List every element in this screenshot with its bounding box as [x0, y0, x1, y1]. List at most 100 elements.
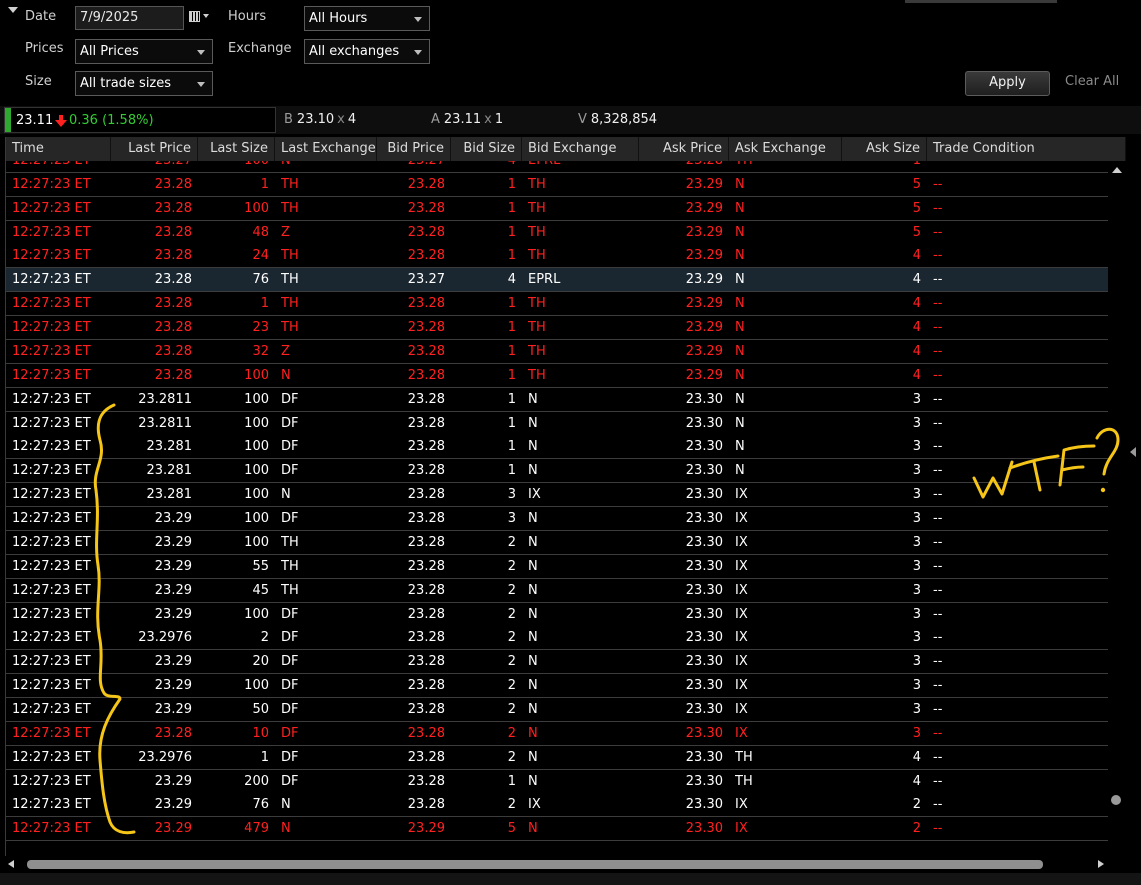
- cell-ask-price: 23.30: [685, 606, 723, 622]
- cell-ask-price: 23.29: [685, 272, 723, 288]
- table-row[interactable]: 12:27:23 ET 23.29 20 DF 23.28 2 N 23.30 IX 3 --: [6, 650, 1109, 675]
- table-row[interactable]: 12:27:23 ET 23.28 24 TH 23.28 1 TH 23.29 N 4 --: [6, 244, 1109, 269]
- cell-bid-exchange: N: [528, 415, 538, 431]
- table-row[interactable]: 12:27:23 ET 23.2976 2 DF 23.28 2 N 23.30 IX 3 --: [6, 626, 1109, 651]
- collapse-filters-icon[interactable]: [8, 7, 18, 13]
- cell-ask-exchange: IX: [735, 797, 748, 813]
- apply-button[interactable]: Apply: [965, 71, 1050, 96]
- table-row[interactable]: 12:27:23 ET 23.28 100 N 23.28 1 TH 23.29 N 4 --: [6, 363, 1109, 388]
- scroll-left-icon[interactable]: [8, 860, 14, 868]
- cell-last-exchange: TH: [281, 272, 299, 288]
- column-header-last-price[interactable]: Last Price: [111, 137, 198, 161]
- cell-last-size: 45: [252, 582, 269, 598]
- table-row[interactable]: 12:27:23 ET23.27100N23.274EPRL23.28TH1--: [6, 161, 1109, 173]
- cell-ask-price: 23.30: [685, 654, 723, 670]
- cell-last-size: 100: [244, 463, 269, 479]
- cell-last-size: 76: [252, 797, 269, 813]
- cell-last-exchange: TH: [281, 296, 299, 312]
- table-row[interactable]: 12:27:23 ET 23.28 76 TH 23.27 4 EPRL 23.29 N 4 --: [6, 268, 1109, 293]
- table-row[interactable]: 12:27:23 ET 23.29 100 TH 23.28 2 N 23.30 IX 3 --: [6, 530, 1109, 555]
- table-row[interactable]: 12:27:23 ET 23.29 50 DF 23.28 2 N 23.30 IX 3 --: [6, 698, 1109, 722]
- column-header-time[interactable]: Time: [6, 137, 111, 161]
- column-header-bid-exchange[interactable]: Bid Exchange: [522, 137, 639, 161]
- last-price-box: 23.11 0.36 (1.58%): [4, 107, 276, 133]
- date-input[interactable]: 7/9/2025: [75, 6, 184, 30]
- cell-last-price: 23.2976: [138, 749, 192, 765]
- cell-time: 12:27:23 ET: [12, 439, 91, 455]
- cell-ask-price: 23.30: [685, 439, 723, 455]
- horizontal-scrollbar[interactable]: [5, 856, 1108, 872]
- volume-key: V: [578, 112, 587, 127]
- table-row[interactable]: 12:27:23 ET 23.28 100 TH 23.28 1 TH 23.29 N 5 --: [6, 196, 1109, 221]
- column-header-trade-condition[interactable]: Trade Condition: [927, 137, 1126, 161]
- table-row[interactable]: 12:27:23 ET 23.2811 100 DF 23.28 1 N 23.30 N 3 --: [6, 387, 1109, 412]
- table-row[interactable]: 12:27:23 ET 23.2811 100 DF 23.28 1 N 23.30 N 3 --: [6, 411, 1109, 436]
- cell-last-price: 23.28: [154, 272, 192, 288]
- exchange-select[interactable]: All exchanges: [304, 39, 430, 64]
- cell-last-size: 50: [252, 702, 269, 717]
- grid-header: Time Last Price Last Size Last Exchange Bid …: [6, 137, 1126, 161]
- table-row[interactable]: 12:27:23 ET 23.29 45 TH 23.28 2 N 23.30 IX 3 --: [6, 578, 1109, 603]
- cell-trade-condition: --: [933, 797, 943, 813]
- cell-ask-exchange: IX: [735, 511, 748, 527]
- cell-ask-size: 2: [912, 797, 921, 813]
- cell-last-exchange: DF: [281, 725, 299, 741]
- table-row[interactable]: 12:27:23 ET 23.29 76 N 23.28 2 IX 23.30 IX 2 --: [6, 793, 1109, 818]
- table-row[interactable]: 12:27:23 ET 23.28 1 TH 23.28 1 TH 23.29 N 4 --: [6, 292, 1109, 317]
- side-panel-toggle-icon[interactable]: [1130, 447, 1136, 457]
- horizontal-scroll-thumb[interactable]: [27, 860, 1043, 869]
- table-row[interactable]: 12:27:23 ET 23.28 48 Z 23.28 1 TH 23.29 N 5 --: [6, 220, 1109, 245]
- cell-bid-price: 23.28: [407, 534, 445, 550]
- size-label: Size: [25, 74, 52, 89]
- column-header-last-exchange[interactable]: Last Exchange: [275, 137, 377, 161]
- scroll-right-icon[interactable]: [1098, 860, 1104, 868]
- cell-last-size: 100: [244, 487, 269, 503]
- cell-time: 12:27:23 ET: [12, 248, 91, 264]
- table-row[interactable]: 12:27:23 ET 23.28 10 DF 23.28 2 N 23.30 IX 3 --: [6, 721, 1109, 746]
- scroll-up-icon[interactable]: [1112, 167, 1122, 173]
- table-row[interactable]: 12:27:23 ET 23.29 200 DF 23.28 1 N 23.30 TH 4 --: [6, 769, 1109, 794]
- table-row[interactable]: 12:27:23 ET 23.281 100 N 23.28 3 IX 23.30 IX 3 --: [6, 483, 1109, 508]
- cell-last-exchange: DF: [281, 391, 299, 407]
- prices-select[interactable]: All Prices: [75, 39, 213, 64]
- column-header-last-size[interactable]: Last Size: [198, 137, 275, 161]
- table-row[interactable]: 12:27:23 ET 23.28 32 Z 23.28 1 TH 23.29 N 4 --: [6, 339, 1109, 364]
- cell-last-size: 100: [244, 415, 269, 431]
- cell-ask-exchange: IX: [735, 821, 748, 837]
- column-header-ask-price[interactable]: Ask Price: [639, 137, 729, 161]
- hours-select[interactable]: All Hours: [304, 6, 430, 31]
- column-header-bid-size[interactable]: Bid Size: [451, 137, 522, 161]
- cell-ask-price: 23.29: [685, 320, 723, 336]
- cell-ask-exchange: IX: [735, 606, 748, 622]
- column-header-ask-exchange[interactable]: Ask Exchange: [729, 137, 842, 161]
- cell-ask-size: 4: [912, 320, 921, 336]
- table-row[interactable]: 12:27:23 ET 23.29 100 DF 23.28 3 N 23.30 IX 3 --: [6, 507, 1109, 532]
- size-select[interactable]: All trade sizes: [75, 71, 213, 96]
- exchange-select-value: All exchanges: [309, 44, 400, 59]
- column-header-ask-size[interactable]: Ask Size: [842, 137, 927, 161]
- cell-bid-size: 2: [507, 558, 516, 574]
- cell-ask-size: 4: [912, 773, 921, 789]
- cell-bid-price: 23.29: [407, 821, 445, 837]
- vertical-scrollbar[interactable]: [1108, 161, 1125, 854]
- table-row[interactable]: 12:27:23 ET 23.29 100 DF 23.28 2 N 23.30 IX 3 --: [6, 674, 1109, 699]
- table-row[interactable]: 12:27:23 ET 23.29 479 N 23.29 5 N 23.30 IX 2 --: [6, 817, 1109, 842]
- cell-ask-size: 3: [912, 511, 921, 527]
- table-row[interactable]: 12:27:23 ET 23.28 23 TH 23.28 1 TH 23.29 N 4 --: [6, 316, 1109, 341]
- table-row[interactable]: 12:27:23 ET 23.2976 1 DF 23.28 2 N 23.30 TH 4 --: [6, 745, 1109, 770]
- table-row[interactable]: 12:27:23 ET 23.28 1 TH 23.28 1 TH 23.29 N 5 --: [6, 172, 1109, 197]
- calendar-icon[interactable]: [189, 10, 211, 24]
- cell-bid-exchange: IX: [528, 487, 541, 503]
- cell-last-exchange: TH: [281, 320, 299, 336]
- clear-all-button[interactable]: Clear All: [1065, 74, 1119, 89]
- cell-ask-size: 3: [912, 630, 921, 646]
- cell-last-exchange: N: [281, 821, 291, 837]
- cell-last-exchange: DF: [281, 606, 299, 622]
- table-row[interactable]: 12:27:23 ET 23.29 55 TH 23.28 2 N 23.30 IX 3 --: [6, 554, 1109, 579]
- column-header-bid-price[interactable]: Bid Price: [377, 137, 451, 161]
- table-row[interactable]: 12:27:23 ET 23.281 100 DF 23.28 1 N 23.30 N 3 --: [6, 435, 1109, 460]
- table-row[interactable]: 12:27:23 ET 23.281 100 DF 23.28 1 N 23.30 N 3 --: [6, 459, 1109, 484]
- cell-bid-size: 2: [507, 534, 516, 550]
- vertical-scroll-thumb[interactable]: [1111, 795, 1121, 805]
- table-row[interactable]: 12:27:23 ET 23.29 100 DF 23.28 2 N 23.30 IX 3 --: [6, 602, 1109, 627]
